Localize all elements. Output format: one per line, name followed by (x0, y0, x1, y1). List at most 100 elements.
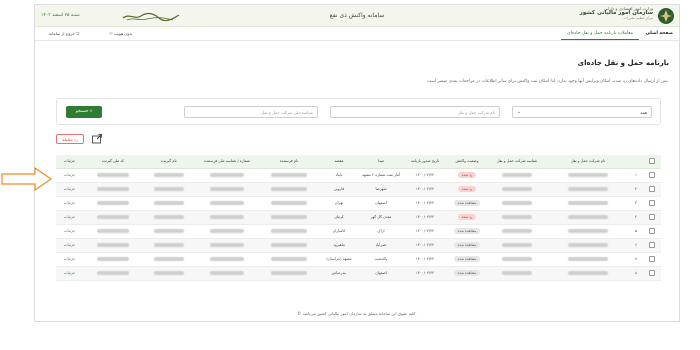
search-button[interactable]: جستجو ⌕ (66, 106, 102, 118)
row-checkbox[interactable] (649, 200, 655, 206)
row-checkbox[interactable] (649, 186, 655, 192)
row-select-cell[interactable] (643, 224, 661, 239)
column-header: نام فرستنده (259, 155, 319, 169)
origin-cell: اراک (359, 224, 403, 239)
status-badge: مشاهده شده (453, 242, 481, 248)
redacted-value (271, 173, 307, 177)
row-select-cell[interactable] (643, 168, 661, 183)
redacted-value (97, 215, 129, 219)
company-name-cell (547, 196, 629, 211)
row-checkbox[interactable] (649, 256, 655, 262)
redacted-value (568, 173, 608, 177)
redacted-value (154, 257, 184, 261)
row-select-cell[interactable] (643, 252, 661, 267)
status-cell: مشاهده شده (447, 224, 487, 239)
status-cell: مشاهده شده (447, 252, 487, 267)
table-row[interactable]: ۵ مشاهده شده ۱۴۰۰/۰۳/۲۴ اراک کامیاران جزئیات (56, 224, 661, 239)
company-id-cell (487, 238, 547, 253)
select-all-cell[interactable] (643, 155, 661, 169)
redacted-value (97, 173, 129, 177)
destination-cell: ماهیرود (319, 238, 359, 253)
details-link[interactable]: جزئیات (64, 243, 75, 247)
company-id-cell (487, 168, 547, 183)
row-checkbox[interactable] (649, 270, 655, 276)
table-row[interactable]: ۸ مشاهده شده ۱۴۰۰/۰۳/۲۴ اصفهان بندرعباس جزئیا… (56, 266, 661, 281)
sender-id-cell (195, 168, 259, 183)
origin-cell: پاکدشت (359, 252, 403, 267)
profile-label: بدون هویت (113, 31, 133, 36)
receiver-id-cell (83, 266, 143, 281)
row-select-cell[interactable] (643, 196, 661, 211)
company-national-id-input[interactable]: شناسه ملی شرکت حمل و نقل (184, 106, 318, 118)
details-link[interactable]: جزئیات (64, 271, 75, 275)
column-header: شناسه شرکت حمل و نقل (487, 155, 547, 169)
redacted-value (568, 271, 608, 275)
table-row[interactable]: ۴ رد شده ۱۴۰۰/۰۳/۲۴ معدن گل گهر کرمان جزئیات (56, 210, 661, 225)
details-link[interactable]: جزئیات (64, 215, 75, 219)
table-row[interactable]: ۷ مشاهده شده ۱۴۰۰/۰۳/۲۴ پاکدشت مشهد (خراسان)… (56, 252, 661, 267)
details-link[interactable]: جزئیات (64, 229, 75, 233)
redacted-value (210, 201, 244, 205)
details-link[interactable]: جزئیات (64, 201, 75, 205)
details-cell: جزئیات (56, 252, 83, 267)
destination-cell: کامیاران (319, 224, 359, 239)
details-link[interactable]: جزئیات (64, 187, 75, 191)
details-cell: جزئیات (56, 196, 83, 211)
tab-road-bills[interactable]: معاملات بارنامه حمل و نقل جاده‌ای (561, 28, 639, 40)
redacted-value (154, 201, 184, 205)
row-select-cell[interactable] (643, 210, 661, 225)
receiver-id-cell (83, 238, 143, 253)
export-icon[interactable] (91, 133, 103, 145)
issue-date-cell: ۱۴۰۰/۰۳/۲۴ (403, 168, 447, 183)
logout-link[interactable]: خروج از سامانه ⎋ (49, 31, 79, 36)
reject-transaction-button[interactable]: رد معامله (56, 134, 84, 144)
destination-cell: کرمان (319, 210, 359, 225)
redacted-value (271, 229, 307, 233)
table-row[interactable]: ۶ مشاهده شده ۱۴۰۰/۰۳/۲۴ نصرآباد ماهیرود جزئیا… (56, 238, 661, 253)
redacted-value (502, 201, 532, 205)
company-id-cell (487, 266, 547, 281)
origin-cell: آمار نفت شماره ۲ مشهد (359, 168, 403, 183)
sender-name-cell (259, 196, 319, 211)
redacted-value (568, 215, 608, 219)
details-link[interactable]: جزئیات (64, 173, 75, 177)
sender-id-cell (195, 224, 259, 239)
row-select-cell[interactable] (643, 266, 661, 281)
receiver-id-cell (83, 196, 143, 211)
logout-label: خروج از سامانه (49, 31, 75, 36)
redacted-value (271, 215, 307, 219)
row-number: ۶ (629, 238, 643, 253)
row-select-cell[interactable] (643, 238, 661, 253)
destination-cell: بندرعباس (319, 266, 359, 281)
redacted-value (271, 201, 307, 205)
row-checkbox[interactable] (649, 228, 655, 234)
company-name-cell (547, 252, 629, 267)
status-filter-select[interactable]: همه ⌄ (512, 106, 652, 118)
origin-cell: معدن گل گهر (359, 210, 403, 225)
nav-home[interactable]: صفحه اصلی (646, 31, 673, 36)
issue-date-cell: ۱۴۰۰/۰۳/۲۴ (403, 266, 447, 281)
table-row[interactable]: ۲ رد شده ۱۴۰۰/۰۳/۲۴ شهرضا قاروین جزئیات (56, 182, 661, 197)
table-row[interactable]: ۱ رد شده ۱۴۰۰/۰۳/۲۴ آمار نفت شماره ۲ مشهد تا… (56, 168, 661, 183)
company-name-input[interactable]: نام شرکت حمل و نقل (330, 106, 500, 118)
status-badge: رد شده (457, 214, 477, 220)
row-checkbox[interactable] (649, 214, 655, 220)
profile-link[interactable]: ⚇ بدون هویت (109, 31, 132, 36)
row-checkbox[interactable] (649, 242, 655, 248)
select-all-checkbox[interactable] (649, 158, 655, 165)
redacted-value (210, 257, 244, 261)
row-checkbox[interactable] (649, 172, 655, 178)
redacted-value (97, 243, 129, 247)
bills-table: نام شرکت حمل و نقل شناسه شرکت حمل و نقل … (56, 155, 661, 281)
receiver-id-cell (83, 252, 143, 267)
table-row[interactable]: ۳ مشاهده شده ۱۴۰۰/۰۳/۲۴ اصفهان تهران جزئیات (56, 196, 661, 211)
origin-cell: نصرآباد (359, 238, 403, 253)
row-select-cell[interactable] (643, 182, 661, 197)
redacted-value (210, 187, 244, 191)
sender-id-cell (195, 196, 259, 211)
receiver-id-cell (83, 210, 143, 225)
details-link[interactable]: جزئیات (64, 257, 75, 261)
redacted-value (502, 271, 532, 275)
company-id-cell (487, 224, 547, 239)
column-header: نام گیرنده (143, 155, 195, 169)
